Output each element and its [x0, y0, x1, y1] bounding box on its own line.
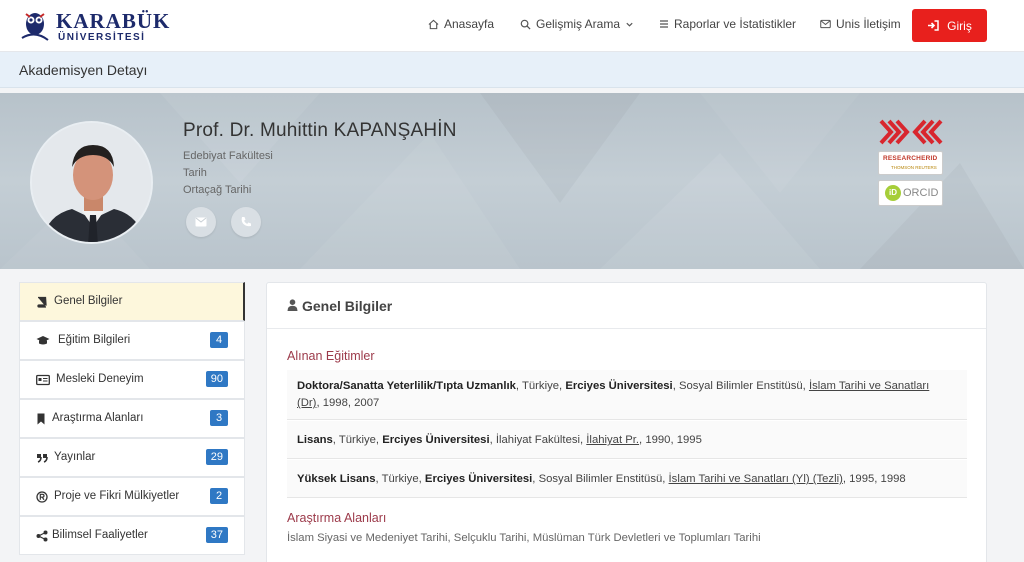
- country-label: Türkiye: [338, 434, 376, 446]
- graduation-cap-icon: [36, 336, 50, 345]
- institute-label: İlahiyat Fakültesi: [495, 434, 581, 446]
- degree-label: Doktora/Sanatta Yeterlilik/Tıpta Uzmanlı…: [297, 380, 516, 392]
- count-badge: 4: [210, 332, 228, 348]
- user-icon: [287, 299, 298, 311]
- university-label: Erciyes Üniversitesi: [565, 380, 673, 392]
- years-label: , 1990, 1995: [639, 434, 702, 446]
- envelope-icon: [820, 19, 831, 29]
- count-badge: 3: [210, 410, 228, 426]
- yok-badge[interactable]: [879, 119, 943, 145]
- sidebar-item-label: Yayınlar: [54, 451, 96, 463]
- years-label: , 1995, 1998: [842, 473, 906, 485]
- degree-label: Yüksek Lisans: [297, 473, 376, 485]
- sidebar-item-label: Genel Bilgiler: [54, 295, 123, 307]
- nav-advanced-search[interactable]: Gelişmiş Arama: [520, 17, 634, 31]
- person-portrait: [32, 123, 151, 242]
- nav-home-label: Anasayfa: [444, 17, 495, 31]
- bookmark-icon: [37, 413, 45, 425]
- top-navbar: KARABÜK ÜNİVERSİTESİ Anasayfa Gelişmiş A…: [0, 0, 1024, 52]
- owl-logo-icon: [21, 13, 49, 41]
- count-badge: 2: [210, 488, 228, 504]
- country-label: Türkiye: [521, 380, 560, 392]
- profile-hero: Prof. Dr. Muhittin KAPANŞAHİN Edebiyat F…: [0, 93, 1024, 269]
- email-button[interactable]: [186, 207, 216, 237]
- search-icon: [520, 19, 531, 30]
- list-icon: [660, 20, 668, 28]
- count-badge: 29: [205, 449, 228, 465]
- id-card-icon: [36, 374, 50, 386]
- research-section-title: Araştırma Alanları: [287, 511, 387, 525]
- registered-icon: [36, 491, 48, 503]
- logo-text-universitesi: ÜNİVERSİTESİ: [58, 32, 146, 43]
- envelope-icon: [195, 217, 207, 227]
- education-row: Lisans, Türkiye, Erciyes Üniversitesi, İ…: [287, 421, 967, 459]
- program-link-suffix[interactable]: (Dr): [297, 397, 316, 409]
- department-label: Tarih: [183, 167, 207, 179]
- institute-label: Sosyal Bilimler Enstitüsü: [538, 473, 663, 485]
- phone-icon: [241, 217, 251, 227]
- sidebar-item-projects[interactable]: Proje ve Fikri Mülkiyetler 2: [19, 477, 245, 516]
- sidebar-item-label: Araştırma Alanları: [52, 412, 144, 424]
- yok-logo-icon: [879, 119, 943, 145]
- sidebar-item-experience[interactable]: Mesleki Deneyim 90: [19, 360, 245, 399]
- program-link[interactable]: İslam Tarihi ve Sanatları (Yl) (Tezli): [669, 473, 843, 485]
- sidebar-item-publications[interactable]: Yayınlar 29: [19, 438, 245, 477]
- nav-contact[interactable]: Unis İletişim: [820, 17, 901, 31]
- faculty-label: Edebiyat Fakültesi: [183, 150, 273, 162]
- university-logo[interactable]: KARABÜK ÜNİVERSİTESİ: [18, 8, 169, 46]
- sidebar-item-general[interactable]: Genel Bilgiler: [19, 282, 245, 321]
- division-label: Ortaçağ Tarihi: [183, 184, 252, 196]
- program-link[interactable]: İlahiyat Pr.: [586, 434, 639, 446]
- years-label: , 1998, 2007: [316, 397, 380, 409]
- logo-text-karabuk: KARABÜK: [56, 9, 171, 33]
- education-row: Yüksek Lisans, Türkiye, Erciyes Üniversi…: [287, 460, 967, 498]
- sidebar-item-label: Eğitim Bilgileri: [58, 334, 131, 346]
- page-title: Akademisyen Detayı: [19, 62, 148, 78]
- nav-reports-label: Raporlar ve İstatistikler: [674, 17, 797, 31]
- phone-button[interactable]: [231, 207, 261, 237]
- sidebar-item-label: Proje ve Fikri Mülkiyetler: [54, 490, 180, 502]
- research-areas-text: İslam Siyasi ve Medeniyet Tarihi, Selçuk…: [287, 532, 761, 544]
- orcid-id-icon: iD: [885, 185, 901, 201]
- researcherid-sublabel: THOMSON REUTERS: [891, 165, 937, 170]
- login-button-label: Giriş: [947, 18, 972, 33]
- nav-advanced-search-label: Gelişmiş Arama: [536, 17, 621, 31]
- home-icon: [428, 19, 439, 29]
- sidebar-item-label: Bilimsel Faaliyetler: [52, 529, 148, 541]
- degree-label: Lisans: [297, 434, 333, 446]
- researcherid-label: RESEARCHERID: [883, 155, 938, 162]
- program-link[interactable]: İslam Tarihi ve Sanatları: [809, 380, 929, 392]
- nav-home[interactable]: Anasayfa: [428, 17, 494, 31]
- profile-photo: [30, 121, 153, 244]
- nav-contact-label: Unis İletişim: [836, 17, 901, 31]
- country-label: Türkiye: [381, 473, 419, 485]
- share-icon: [36, 530, 48, 542]
- university-label: Erciyes Üniversitesi: [382, 434, 490, 446]
- nav-reports[interactable]: Raporlar ve İstatistikler: [659, 17, 796, 31]
- sidebar-item-research-areas[interactable]: Araştırma Alanları 3: [19, 399, 245, 438]
- education-section-title: Alınan Eğitimler: [287, 349, 375, 363]
- orcid-badge[interactable]: iD ORCID: [878, 180, 943, 206]
- count-badge: 90: [205, 371, 228, 387]
- quote-icon: [37, 454, 48, 463]
- panel-header: Genel Bilgiler: [267, 283, 986, 329]
- chevron-down-icon: [626, 22, 633, 27]
- sidebar-item-education[interactable]: Eğitim Bilgileri 4: [19, 321, 245, 360]
- panel-title: Genel Bilgiler: [302, 298, 393, 314]
- university-label: Erciyes Üniversitesi: [424, 473, 533, 485]
- sidebar-item-scientific-activities[interactable]: Bilimsel Faaliyetler 37: [19, 516, 245, 555]
- general-info-panel: Genel Bilgiler Alınan Eğitimler Doktora/…: [266, 282, 987, 562]
- book-icon: [37, 296, 47, 308]
- sidebar-item-label: Mesleki Deneyim: [56, 373, 144, 385]
- researcherid-badge[interactable]: RESEARCHERID THOMSON REUTERS: [878, 151, 943, 175]
- sign-in-icon: [928, 20, 939, 31]
- hero-background-pattern: [0, 93, 860, 269]
- login-button[interactable]: Giriş: [912, 9, 987, 42]
- academic-name: Prof. Dr. Muhittin KAPANŞAHİN: [183, 120, 457, 141]
- institute-label: Sosyal Bilimler Enstitüsü: [678, 380, 803, 392]
- education-row: Doktora/Sanatta Yeterlilik/Tıpta Uzmanlı…: [287, 370, 967, 420]
- orcid-label: ORCID: [903, 187, 939, 199]
- count-badge: 37: [205, 527, 228, 543]
- page-title-bar: Akademisyen Detayı: [0, 52, 1024, 88]
